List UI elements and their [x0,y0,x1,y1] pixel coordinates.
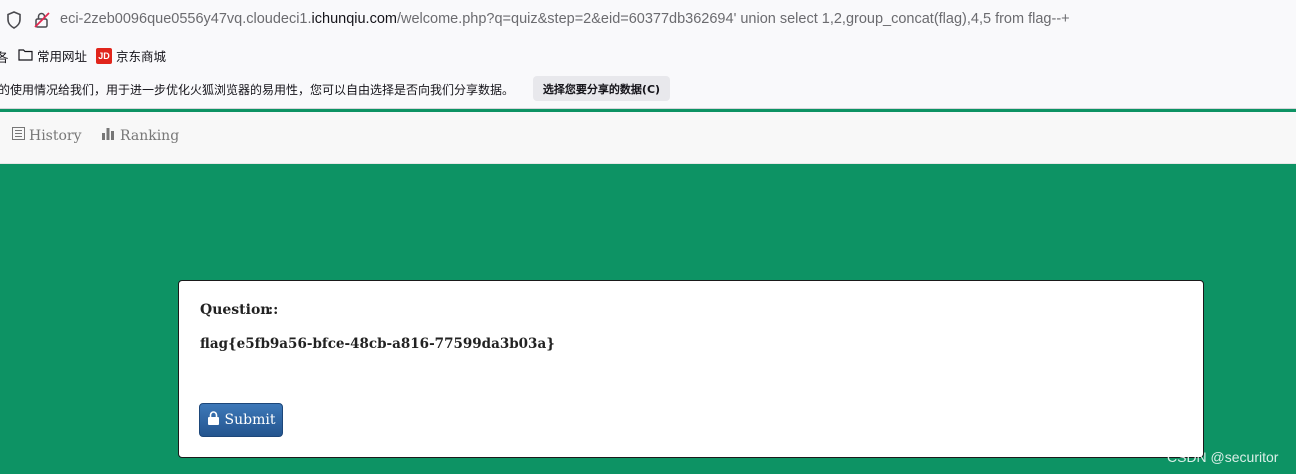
bookmark-item-common-sites[interactable]: 常用网址 [18,46,87,65]
shield-icon[interactable] [6,11,22,33]
submit-button[interactable]: Submit [199,403,283,437]
watermark: CSDN @securitor [1167,449,1279,465]
bar-chart-icon [102,127,116,144]
notice-message: 的使用情况给我们，用于进一步优化火狐浏览器的易用性，您可以自由选择是否向我们分享… [0,83,515,97]
bookmarks-toolbar: 各 常用网址 JD 京东商城 [0,40,1296,70]
site-navbar: History Ranking [0,112,1296,164]
nav-history[interactable]: History [12,127,82,144]
question-answer: flag{e5fb9a56-bfce-48cb-a816-77599da3b03… [200,336,555,352]
url-suffix: /welcome.php?q=quiz&step=2&eid=60377db36… [396,11,1070,27]
url-text[interactable]: eci-2zeb0096que0556y47vq.cloudeci1.ichun… [60,11,1070,27]
url-domain: ichunqiu.com [311,11,397,27]
bookmark-label: 京东商城 [116,49,167,64]
address-bar[interactable]: eci-2zeb0096que0556y47vq.cloudeci1.ichun… [0,0,1296,40]
list-icon [12,127,25,144]
nav-ranking[interactable]: Ranking [102,127,179,144]
data-sharing-notice: 的使用情况给我们，用于进一步优化火狐浏览器的易用性，您可以自由选择是否向我们分享… [0,70,1296,109]
url-prefix: eci-2zeb0096que0556y47vq.cloudeci1. [60,11,312,27]
lock-icon [207,411,220,429]
bookmark-item-truncated[interactable]: 各 [0,47,9,66]
bookmark-label: 常用网址 [37,49,88,64]
insecure-lock-icon[interactable] [33,11,51,33]
choose-data-button[interactable]: 选择您要分享的数据(C) [533,76,670,101]
jd-icon: JD [96,47,112,64]
nav-history-label: History [29,127,82,144]
bookmark-item-jd[interactable]: JD 京东商城 [96,46,166,65]
nav-ranking-label: Ranking [120,127,180,144]
submit-label: Submit [224,412,276,428]
question-panel: Question :: flag{e5fb9a56-bfce-48cb-a816… [178,280,1204,458]
question-label: Question [200,302,271,318]
question-separator: :: [268,302,279,318]
folder-icon [18,48,33,64]
